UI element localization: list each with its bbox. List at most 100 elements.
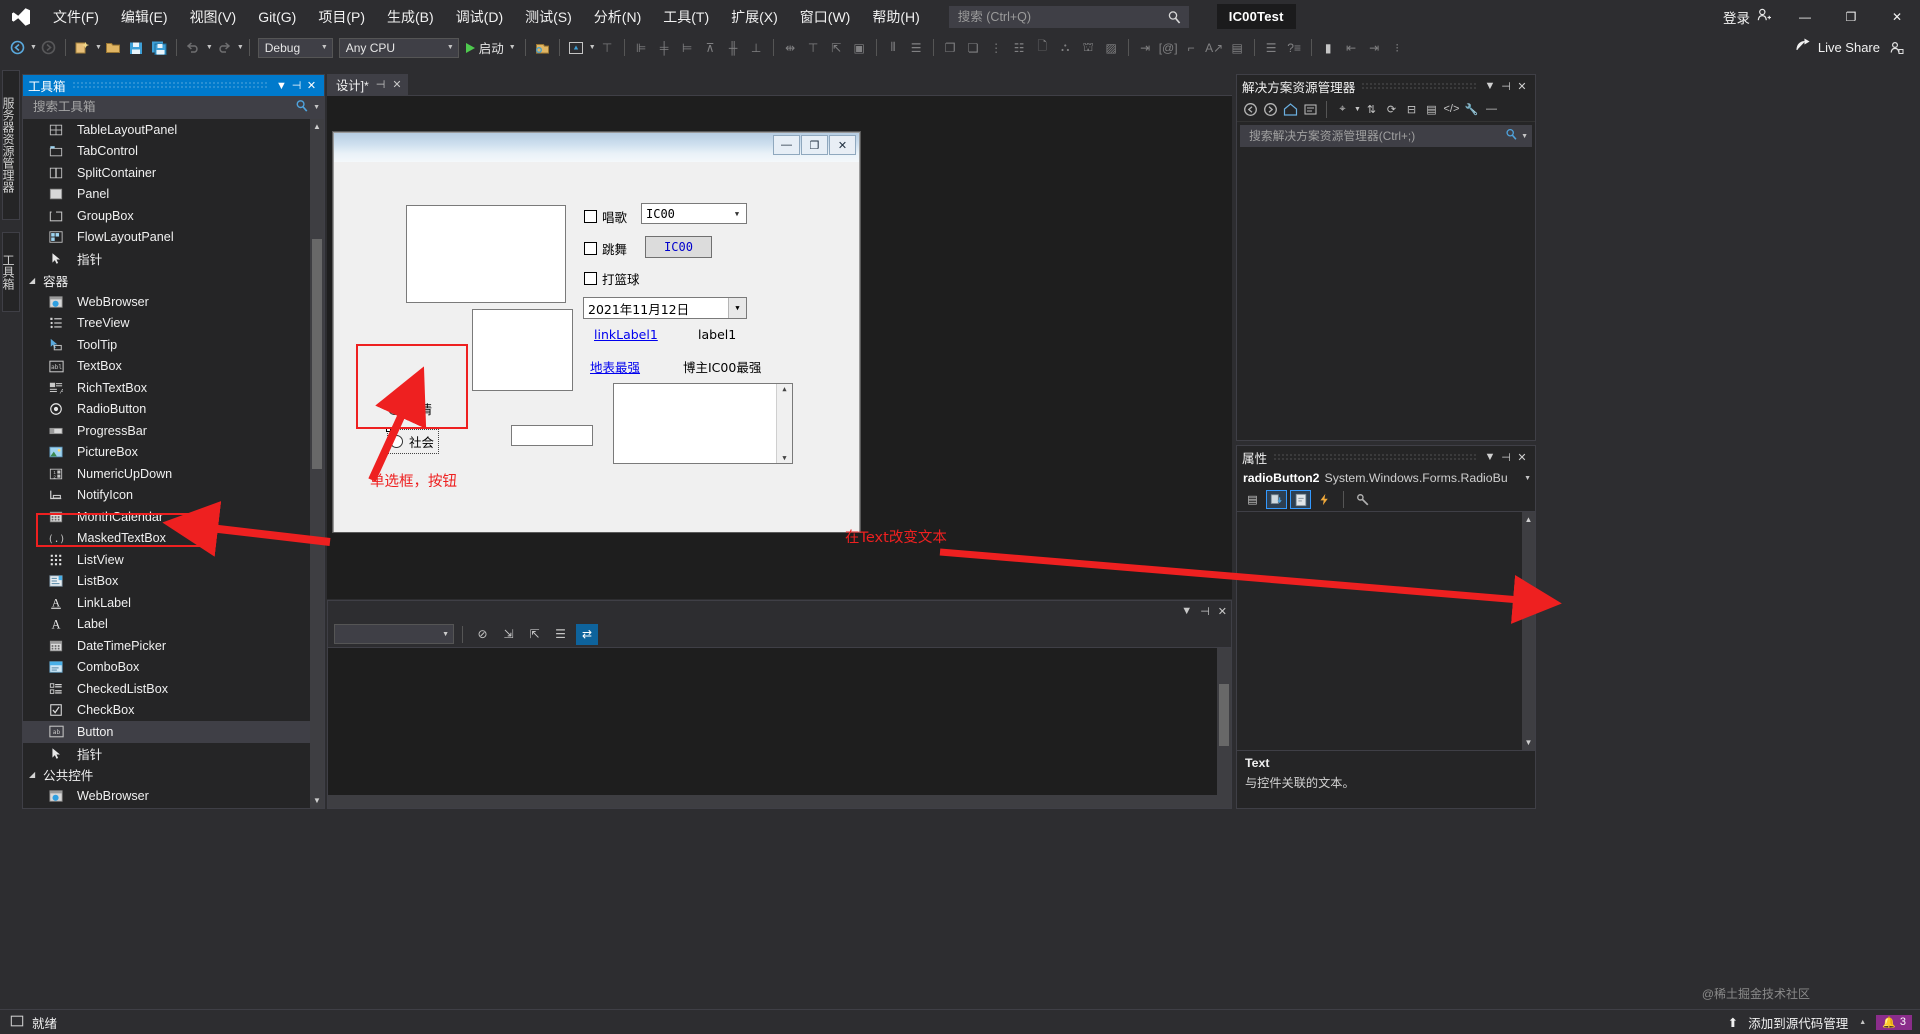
output-go-to-icon[interactable]: ⇱ — [524, 624, 545, 645]
calendar-dropdown-icon[interactable]: ▼ — [728, 298, 746, 318]
back-dropdown-icon[interactable]: ▼ — [30, 44, 37, 51]
scrollbar-thumb[interactable] — [312, 239, 322, 469]
toolbox-item-checkbox[interactable]: CheckBox — [23, 700, 324, 722]
toolbox-item-button[interactable]: ab Button — [23, 721, 324, 743]
toolbox-item-numericupdown[interactable]: 1 2 NumericUpDown — [23, 463, 324, 485]
save-all-icon[interactable] — [149, 37, 170, 58]
toolbox-item-textbox[interactable]: abl TextBox — [23, 356, 324, 378]
output-clear-icon[interactable]: ⊘ — [472, 624, 493, 645]
label2-control[interactable]: 博主IC00最强 — [683, 357, 761, 376]
output-toggle-icon[interactable]: ⇄ — [576, 623, 598, 645]
pin-icon[interactable]: ⊣ — [376, 78, 386, 91]
redo-dropdown-icon[interactable]: ▼ — [237, 44, 244, 51]
save-icon[interactable] — [126, 37, 147, 58]
toolbox-group-容器[interactable]: ◢ 容器 — [23, 270, 324, 292]
events-view-icon[interactable] — [1314, 490, 1335, 509]
menu-edit[interactable]: 编辑(E) — [110, 4, 179, 30]
chevron-down-icon[interactable]: ▼ — [274, 80, 289, 92]
redo-icon[interactable] — [214, 37, 235, 58]
close-button[interactable]: ✕ — [1874, 0, 1920, 33]
toolbox-item-panel[interactable]: Panel — [23, 184, 324, 206]
form-close-button[interactable]: ✕ — [829, 135, 856, 155]
properties-grid[interactable]: ▲ ▼ — [1237, 512, 1535, 750]
new-project-icon[interactable] — [72, 37, 93, 58]
toolbox-item-label[interactable]: A Label — [23, 614, 324, 636]
chevron-down-icon[interactable]: ▼ — [313, 104, 320, 111]
toolbox-item-notifyicon[interactable]: NotifyIcon — [23, 485, 324, 507]
close-icon[interactable]: ✕ — [392, 78, 401, 91]
document-tab-form1-design[interactable]: 设计]* ⊣ ✕ — [327, 74, 408, 95]
open-file-icon[interactable] — [103, 37, 124, 58]
menu-window[interactable]: 窗口(W) — [789, 4, 862, 30]
toolbox-item-combobox[interactable]: ComboBox — [23, 657, 324, 679]
refresh-icon[interactable]: ⟳ — [1382, 100, 1401, 119]
navigate-backward-icon[interactable] — [7, 37, 28, 58]
properties-view-icon[interactable] — [1290, 490, 1311, 509]
close-icon[interactable]: ✕ — [1218, 605, 1227, 618]
toolbox-item-splitcontainer[interactable]: SplitContainer — [23, 162, 324, 184]
output-list-icon[interactable]: ☰ — [550, 624, 571, 645]
expander-icon[interactable]: ◢ — [29, 770, 43, 779]
drag-handle[interactable] — [71, 81, 268, 90]
restore-button[interactable]: ❐ — [1828, 0, 1874, 33]
toolbox-item-list[interactable]: ▲ ▼ TableLayoutPanel TabControl SplitConta… — [23, 119, 324, 808]
live-preview-icon[interactable] — [566, 37, 587, 58]
close-icon[interactable]: ✕ — [304, 79, 319, 92]
textbox-control[interactable] — [511, 425, 593, 446]
scroll-down-icon[interactable]: ▼ — [310, 793, 324, 808]
chevron-down-icon[interactable]: ▼ — [729, 204, 745, 223]
solution-platform-combo[interactable]: Any CPU ▼ — [338, 37, 459, 58]
show-all-files-icon[interactable]: ▤ — [1422, 100, 1441, 119]
sync-icon[interactable]: ⇅ — [1362, 100, 1381, 119]
menu-debug[interactable]: 调试(D) — [445, 4, 514, 30]
checkedlistbox-control[interactable] — [406, 205, 566, 303]
combobox-control[interactable]: IC00 ▼ — [641, 203, 747, 224]
toolbox-item-monthcalendar[interactable]: MonthCalendar — [23, 506, 324, 528]
menu-file[interactable]: 文件(F) — [42, 4, 110, 30]
menu-help[interactable]: 帮助(H) — [861, 4, 930, 30]
scroll-up-icon[interactable]: ▲ — [782, 385, 786, 393]
scroll-up-icon[interactable]: ▲ — [1522, 512, 1535, 527]
label1-control[interactable]: label1 — [698, 327, 736, 342]
drag-handle[interactable] — [1273, 452, 1476, 462]
toolbox-item-flowlayoutpanel[interactable]: FlowLayoutPanel — [23, 227, 324, 249]
scrollbar-thumb[interactable] — [1219, 684, 1229, 746]
toolbox-item-指针[interactable]: 指针 — [23, 743, 324, 765]
close-icon[interactable]: ✕ — [1514, 80, 1530, 93]
richtextbox-scrollbar[interactable]: ▲ ▼ — [776, 384, 792, 463]
undo-dropdown-icon[interactable]: ▼ — [206, 44, 213, 51]
menu-analyze[interactable]: 分析(N) — [583, 4, 652, 30]
designer-surface[interactable]: — ❐ ✕ 唱歌 跳舞 打篮球 IC00 ▼ IC00 2021年11月12日 … — [327, 95, 1232, 599]
back-icon[interactable] — [1241, 100, 1260, 119]
menu-build[interactable]: 生成(B) — [376, 4, 445, 30]
toolbox-item-progressbar[interactable]: ProgressBar — [23, 420, 324, 442]
output-vscrollbar[interactable] — [1217, 648, 1231, 808]
edge-tab-toolbox[interactable]: 工具箱 — [1, 232, 20, 312]
toolbox-item-tablelayoutpanel[interactable]: TableLayoutPanel — [23, 119, 324, 141]
pending-changes-icon[interactable] — [1301, 100, 1320, 119]
pin-icon[interactable]: ⊣ — [1498, 451, 1514, 464]
checkbox-singing[interactable]: 唱歌 — [584, 207, 627, 226]
chevron-down-icon[interactable]: ▼ — [1354, 106, 1361, 113]
listbox-control[interactable] — [472, 309, 573, 391]
chevron-down-icon[interactable]: ▼ — [1181, 605, 1192, 617]
radiobutton2-control[interactable]: 社会 — [386, 429, 440, 454]
solution-config-combo[interactable]: Debug ▼ — [257, 37, 333, 58]
toolbox-item-linklabel[interactable]: A LinkLabel — [23, 592, 324, 614]
forward-icon[interactable] — [1261, 100, 1280, 119]
drag-handle[interactable] — [1361, 81, 1476, 91]
pin-icon[interactable]: ⊣ — [1200, 605, 1210, 618]
menu-tools[interactable]: 工具(T) — [652, 4, 720, 30]
form-minimize-button[interactable]: — — [773, 135, 800, 155]
radiobutton1-control[interactable]: 爱情 — [388, 399, 432, 418]
properties-icon[interactable]: 🔧 — [1462, 100, 1481, 119]
scroll-down-icon[interactable]: ▼ — [1522, 735, 1535, 750]
output-hscrollbar[interactable] — [328, 795, 1231, 808]
filter-icon[interactable]: ⌖ — [1333, 100, 1352, 119]
toolbox-item-指针[interactable]: 指针 — [23, 248, 324, 270]
solution-explorer-search[interactable]: ▼ — [1240, 125, 1532, 147]
new-dropdown-icon[interactable]: ▼ — [95, 44, 102, 51]
toolbox-item-radiobutton[interactable]: RadioButton — [23, 399, 324, 421]
quick-launch-search[interactable] — [948, 5, 1189, 28]
scroll-down-icon[interactable]: ▼ — [782, 454, 786, 462]
